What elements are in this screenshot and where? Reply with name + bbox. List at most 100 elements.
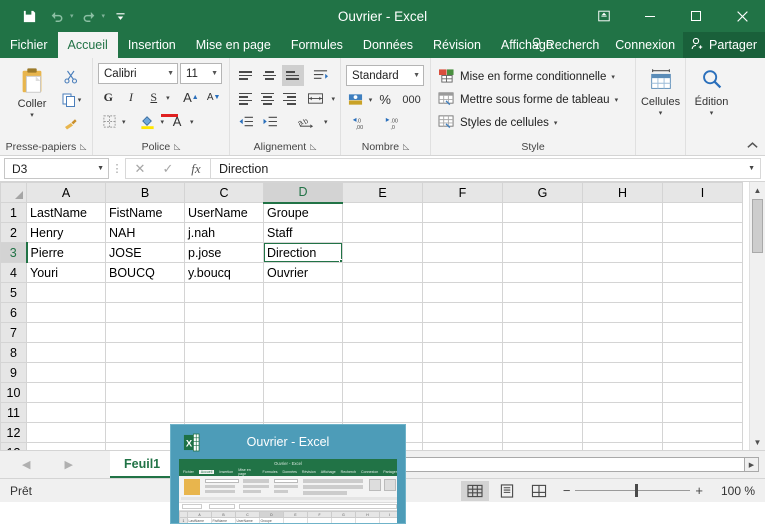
cell-E5[interactable] [342, 282, 423, 303]
percent-style-button[interactable]: % [375, 89, 395, 110]
decrease-decimal-icon[interactable]: .00,0 [379, 113, 409, 134]
cell-F13[interactable] [422, 442, 503, 450]
cell-I8[interactable] [662, 342, 743, 363]
cell-B10[interactable] [105, 382, 185, 403]
row-header-10[interactable]: 10 [0, 382, 27, 403]
cell-H13[interactable] [582, 442, 663, 450]
underline-dropdown-icon[interactable]: ▾ [166, 94, 170, 102]
cell-A1[interactable]: LastName [26, 202, 106, 223]
scroll-down-icon[interactable]: ▼ [749, 434, 765, 450]
cell-A4[interactable]: Youri [26, 262, 106, 283]
cell-C8[interactable] [184, 342, 264, 363]
cell-F5[interactable] [422, 282, 503, 303]
cell-B9[interactable] [105, 362, 185, 383]
page-layout-view-icon[interactable] [493, 481, 521, 501]
accounting-dropdown-icon[interactable]: ▾ [369, 96, 373, 104]
align-middle-icon[interactable] [259, 65, 281, 86]
chevron-down-icon[interactable]: ▾ [554, 119, 558, 127]
cell-G9[interactable] [502, 362, 583, 383]
tab-revision[interactable]: Révision [423, 32, 491, 58]
font-name-combo[interactable]: Calibri ▼ [98, 63, 178, 84]
cell-E6[interactable] [342, 302, 423, 323]
conditional-formatting-button[interactable]: Mise en forme conditionnelle ▾ [436, 66, 630, 88]
cell-C4[interactable]: y.boucq [184, 262, 264, 283]
zoom-out-button[interactable]: − [563, 483, 571, 498]
cell-B5[interactable] [105, 282, 185, 303]
cell-H11[interactable] [582, 402, 663, 423]
cell-D11[interactable] [263, 402, 343, 423]
formula-input[interactable]: Direction ▼ [210, 158, 761, 179]
cell-I13[interactable] [662, 442, 743, 450]
column-header-h[interactable]: H [582, 182, 663, 203]
column-header-a[interactable]: A [26, 182, 106, 203]
page-break-view-icon[interactable] [525, 481, 553, 501]
expand-formula-bar-icon[interactable]: ▼ [748, 165, 760, 172]
cell-E2[interactable] [342, 222, 423, 243]
cell-C5[interactable] [184, 282, 264, 303]
cell-F4[interactable] [422, 262, 503, 283]
next-sheet-icon[interactable]: ▶ [64, 458, 72, 471]
undo-icon[interactable] [44, 4, 70, 28]
spreadsheet-grid[interactable]: A B C D E F G H I 1 LastName FistName UserN… [0, 182, 749, 450]
cut-scissors-icon[interactable] [59, 66, 83, 88]
cell-A8[interactable] [26, 342, 106, 363]
close-icon[interactable] [719, 0, 765, 32]
column-header-c[interactable]: C [184, 182, 264, 203]
row-header-9[interactable]: 9 [0, 362, 27, 383]
vertical-scrollbar[interactable]: ▲ ▼ [749, 182, 765, 450]
cell-I12[interactable] [662, 422, 743, 443]
cells-button[interactable]: Cellules ▾ [641, 63, 680, 138]
column-header-b[interactable]: B [105, 182, 185, 203]
cell-D9[interactable] [263, 362, 343, 383]
cell-A10[interactable] [26, 382, 106, 403]
cell-I3[interactable] [662, 242, 743, 263]
column-header-d[interactable]: D [263, 182, 343, 204]
cell-F6[interactable] [422, 302, 503, 323]
accept-check-icon[interactable]: ✓ [154, 159, 182, 178]
cell-I4[interactable] [662, 262, 743, 283]
cell-C10[interactable] [184, 382, 264, 403]
cell-I1[interactable] [662, 202, 743, 223]
cell-G7[interactable] [502, 322, 583, 343]
number-dialog-launcher[interactable]: ◺ [403, 142, 409, 151]
column-header-g[interactable]: G [502, 182, 583, 203]
tab-insertion[interactable]: Insertion [118, 32, 186, 58]
cell-F3[interactable] [422, 242, 503, 263]
cell-F1[interactable] [422, 202, 503, 223]
share-button[interactable]: Partager [683, 32, 765, 58]
zoom-slider[interactable]: − + [563, 483, 703, 498]
scroll-up-icon[interactable]: ▲ [749, 182, 765, 198]
tab-fichier[interactable]: Fichier [0, 32, 58, 58]
cell-C7[interactable] [184, 322, 264, 343]
tab-donnees[interactable]: Données [353, 32, 423, 58]
sheet-tab-feuil1[interactable]: Feuil1 [110, 451, 176, 478]
cell-F9[interactable] [422, 362, 503, 383]
cell-I5[interactable] [662, 282, 743, 303]
cell-H1[interactable] [582, 202, 663, 223]
copy-icon[interactable]: ▾ [59, 89, 83, 111]
cell-C11[interactable] [184, 402, 264, 423]
editing-button[interactable]: Édition ▾ [691, 63, 732, 138]
align-bottom-icon[interactable] [282, 65, 304, 86]
collapse-ribbon-icon[interactable] [746, 141, 759, 153]
cell-G8[interactable] [502, 342, 583, 363]
cell-D5[interactable] [263, 282, 343, 303]
cell-F8[interactable] [422, 342, 503, 363]
merge-dropdown-icon[interactable]: ▾ [332, 95, 336, 103]
cell-I2[interactable] [662, 222, 743, 243]
cell-B3[interactable]: JOSE [105, 242, 185, 263]
select-all-corner[interactable] [0, 182, 27, 203]
cell-H12[interactable] [582, 422, 663, 443]
cell-E7[interactable] [342, 322, 423, 343]
orientation-icon[interactable]: ab [292, 111, 322, 132]
cell-H7[interactable] [582, 322, 663, 343]
cell-A12[interactable] [26, 422, 106, 443]
tab-formules[interactable]: Formules [281, 32, 353, 58]
cell-C1[interactable]: UserName [184, 202, 264, 223]
column-header-f[interactable]: F [422, 182, 503, 203]
vertical-scroll-thumb[interactable] [752, 199, 763, 253]
cell-C6[interactable] [184, 302, 264, 323]
cell-H10[interactable] [582, 382, 663, 403]
accounting-format-icon[interactable] [346, 89, 366, 110]
save-icon[interactable] [16, 4, 42, 28]
